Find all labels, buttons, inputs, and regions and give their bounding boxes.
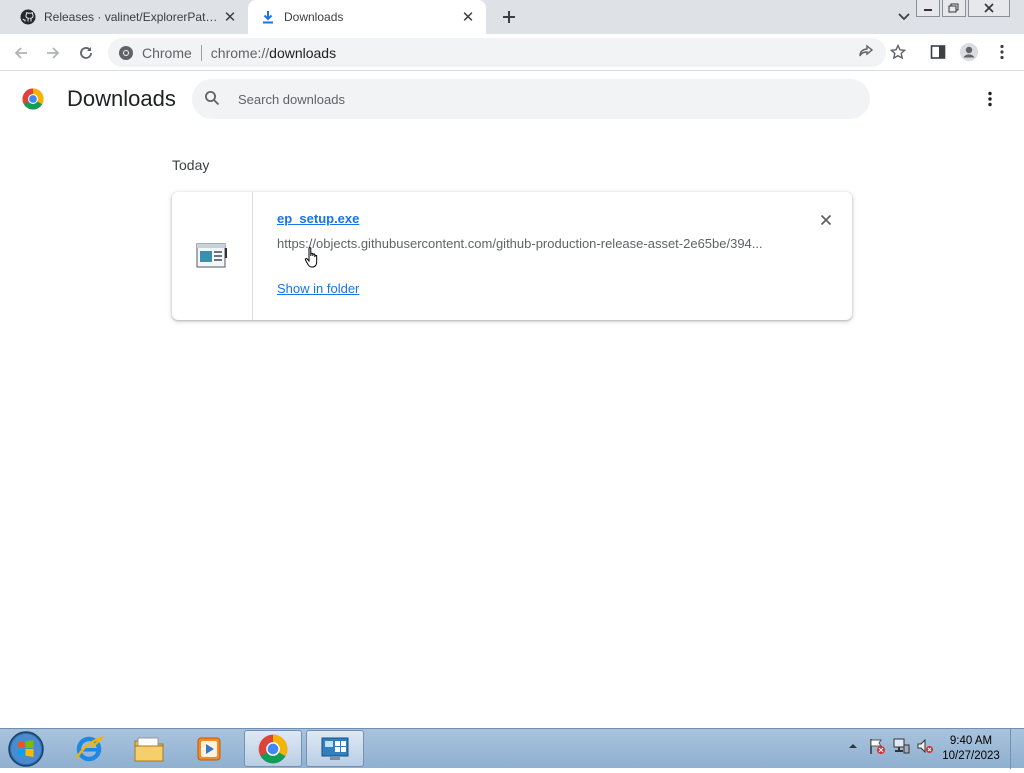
chrome-taskbar-icon[interactable] (244, 730, 302, 767)
browser-menu-icon[interactable] (992, 42, 1012, 62)
search-downloads-bar[interactable] (192, 79, 870, 119)
taskbar-clock[interactable]: 9:40 AM 10/27/2023 (940, 734, 1002, 764)
site-chip-label: Chrome (142, 44, 192, 61)
show-desktop-button[interactable] (1010, 729, 1024, 769)
tab-title: Releases · valinet/ExplorerPatcher (44, 10, 220, 24)
download-filename-link[interactable]: ep_setup.exe (277, 211, 359, 226)
show-in-folder-link[interactable]: Show in folder (277, 281, 359, 296)
forward-button[interactable] (40, 40, 66, 66)
window-controls (916, 0, 1010, 17)
back-button[interactable] (8, 40, 34, 66)
close-window-button[interactable] (968, 0, 1010, 17)
action-center-flag-icon[interactable] (868, 737, 886, 755)
profile-avatar-icon[interactable] (959, 42, 979, 62)
browser-toolbar: Chrome chrome://downloads (0, 34, 1024, 71)
file-explorer-icon[interactable] (120, 730, 178, 767)
network-icon[interactable] (892, 737, 910, 755)
url-scheme: chrome:// (210, 44, 270, 61)
system-tray (844, 737, 934, 755)
start-button[interactable] (7, 730, 45, 768)
page-title: Downloads (67, 86, 176, 111)
bookmark-star-icon[interactable] (888, 42, 908, 62)
date-header: Today (172, 157, 210, 173)
tab-strip: Releases · valinet/ExplorerPatcher ✕ Dow… (0, 0, 1024, 34)
tab-releases[interactable]: Releases · valinet/ExplorerPatcher ✕ (8, 0, 248, 34)
address-bar[interactable]: Chrome chrome://downloads (108, 38, 886, 67)
url-host: downloads (269, 44, 337, 61)
omnibox-separator (200, 44, 202, 61)
downloads-header: Downloads (0, 71, 1024, 127)
side-panel-icon[interactable] (928, 42, 948, 62)
search-icon (204, 90, 222, 108)
windows-taskbar: 9:40 AM 10/27/2023 (0, 728, 1024, 769)
file-icon-column (172, 192, 253, 320)
remove-download-icon[interactable] (816, 210, 836, 230)
restore-button[interactable] (942, 0, 966, 17)
clock-date: 10/27/2023 (942, 750, 1000, 762)
download-source-url: https://objects.githubusercontent.com/gi… (277, 236, 763, 251)
tab-downloads[interactable]: Downloads ✕ (248, 0, 486, 34)
control-panel-icon[interactable] (306, 730, 364, 767)
downloads-menu-icon[interactable] (980, 89, 1000, 109)
show-hidden-icons-icon[interactable] (844, 737, 862, 755)
tab-title: Downloads (284, 10, 344, 24)
search-input[interactable] (236, 90, 836, 108)
download-icon (260, 9, 276, 25)
chrome-logo-icon (22, 88, 44, 110)
tab-search-chevron-icon[interactable] (894, 9, 914, 25)
executable-file-icon (196, 242, 228, 270)
media-player-icon[interactable] (180, 730, 238, 767)
minimize-button[interactable] (916, 0, 940, 17)
download-item: ep_setup.exe https://objects.githubuserc… (172, 192, 852, 320)
github-icon (20, 9, 36, 25)
clock-time: 9:40 AM (949, 735, 993, 747)
reload-button[interactable] (73, 40, 99, 66)
internet-explorer-icon[interactable] (60, 730, 118, 767)
close-tab-icon[interactable]: ✕ (220, 7, 240, 27)
volume-muted-icon[interactable] (916, 737, 934, 755)
hand-cursor-icon (304, 246, 322, 270)
new-tab-button[interactable] (498, 7, 520, 27)
close-tab-icon[interactable]: ✕ (458, 7, 478, 27)
chrome-site-icon (118, 45, 134, 61)
share-icon[interactable] (856, 42, 876, 62)
